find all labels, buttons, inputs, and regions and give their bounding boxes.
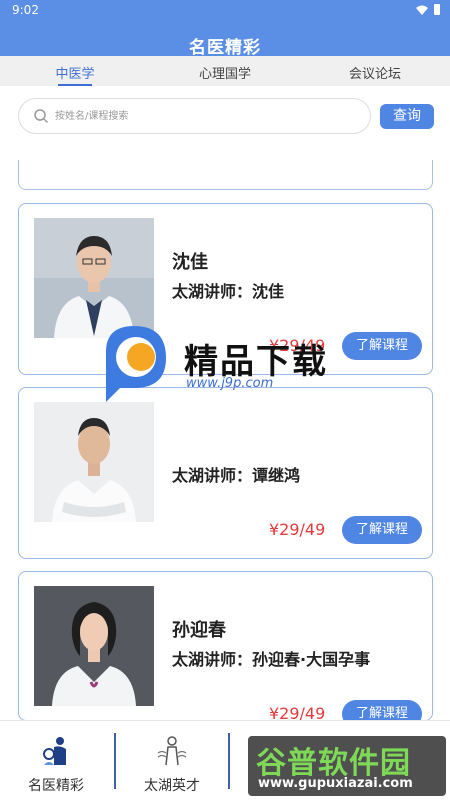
watermark-url: www.j9p.com (186, 376, 274, 391)
doctor-name: 沈佳 (172, 252, 208, 273)
lecturer-label: 太湖讲师：谭继鸿 (172, 466, 301, 485)
watermark-banner: 谷普软件园 www.gupuxiazai.com (248, 736, 446, 796)
watermark-url: www.gupuxiazai.com (258, 776, 413, 791)
tab-bar: 中医学 心理国学 会议论坛 (0, 56, 450, 86)
learn-course-button[interactable]: 了解课程 (342, 516, 422, 544)
watermark-p-icon (106, 326, 166, 402)
page-title: 名医精彩 (189, 38, 261, 58)
watermark-logo: 精品下载 www.j9p.com (96, 322, 356, 402)
doctor-photo (34, 402, 154, 522)
course-price: ¥29/49 (269, 520, 326, 539)
tab-psychology[interactable]: 心理国学 (150, 56, 300, 86)
course-card[interactable]: 孙迎春 太湖讲师：孙迎春·大国孕事 ¥29/49 了解课程 (18, 571, 433, 721)
course-card-partial (18, 160, 433, 190)
doctor-name: 孙迎春 (172, 620, 226, 641)
search-box[interactable] (18, 98, 371, 134)
search-icon (34, 109, 49, 124)
course-card[interactable]: 太湖讲师：谭继鸿 ¥29/49 了解课程 (18, 387, 433, 559)
doctor-photo (34, 218, 154, 338)
status-icons (416, 4, 440, 15)
app-header: 名医精彩 (0, 22, 450, 58)
status-bar: 9:02 (0, 0, 450, 22)
doctor-icon (43, 737, 66, 765)
learn-course-button[interactable]: 了解课程 (342, 700, 422, 720)
nav-label: 名医精彩 (28, 778, 84, 794)
lecturer-label: 太湖讲师：孙迎春·大国孕事 (172, 650, 371, 669)
tab-forum[interactable]: 会议论坛 (300, 56, 450, 86)
nav-item-talents[interactable]: 太湖英才 (116, 721, 228, 800)
doctor-photo (34, 586, 154, 706)
nav-label: 太湖英才 (144, 778, 200, 794)
wifi-icon (416, 5, 428, 15)
battery-icon (434, 4, 440, 15)
status-time: 9:02 (12, 3, 39, 17)
search-button[interactable]: 查询 (380, 104, 434, 129)
course-price: ¥29/49 (269, 704, 326, 721)
talent-icon (157, 736, 187, 766)
search-input[interactable] (55, 99, 355, 133)
tab-tcm[interactable]: 中医学 (0, 56, 150, 86)
lecturer-label: 太湖讲师：沈佳 (172, 282, 285, 301)
nav-divider (228, 733, 230, 789)
nav-item-doctors[interactable]: 名医精彩 (0, 721, 112, 800)
